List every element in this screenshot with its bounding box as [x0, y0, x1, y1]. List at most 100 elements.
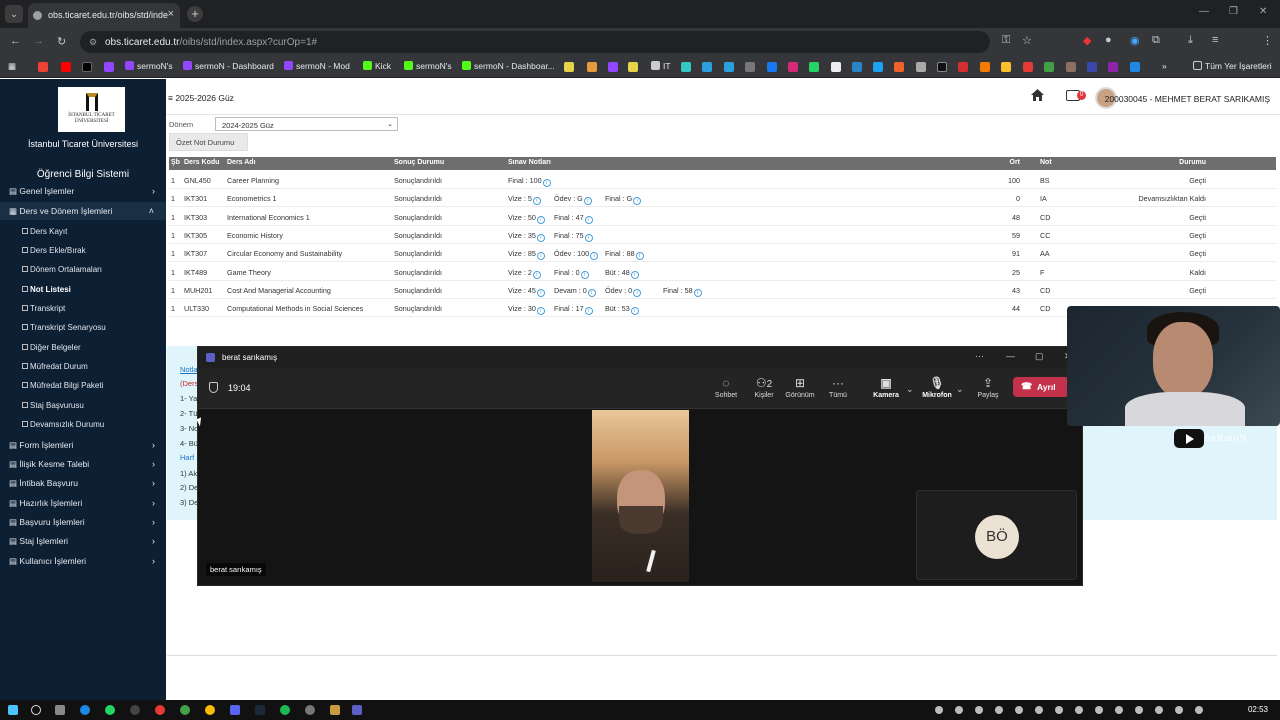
leave-call-button[interactable]: ☎ Ayrıl — [1013, 377, 1069, 397]
current-term[interactable]: ≡ 2025-2026 Güz — [168, 93, 234, 103]
bookmark-icon[interactable] — [628, 62, 638, 72]
menu-staj-islemleri[interactable]: ▤ Staj İşlemleri › — [9, 536, 159, 547]
bookmark-item[interactable]: sermoN - Mod — [284, 61, 350, 71]
exam-grade[interactable]: Ödev : 100 i — [554, 249, 599, 261]
exam-grade[interactable]: Büt : 53 i — [605, 304, 639, 316]
spotify-icon[interactable] — [280, 705, 290, 715]
opera-icon[interactable] — [155, 705, 165, 715]
info-icon[interactable]: i — [630, 307, 639, 316]
bookmark-icon[interactable] — [873, 62, 883, 72]
info-icon[interactable]: i — [532, 270, 541, 279]
submenu-mufredat-bilgi-paketi[interactable]: Müfredat Bilgi Paketi — [22, 381, 103, 390]
chrome-icon[interactable] — [205, 705, 215, 715]
exam-grade[interactable]: Final : 58 i — [663, 286, 702, 297]
info-icon[interactable]: i — [587, 288, 596, 297]
tray-icon[interactable] — [1175, 706, 1183, 714]
tray-icon[interactable] — [1115, 706, 1123, 714]
bookmark-icon[interactable] — [958, 62, 968, 72]
submenu-devamsizlik-durumu[interactable]: Devamsızlık Durumu — [22, 420, 104, 429]
whatsapp-icon[interactable] — [809, 62, 819, 72]
minimize-icon[interactable]: — — [1199, 6, 1209, 17]
bookmark-icon[interactable] — [564, 62, 574, 72]
share-button[interactable]: ⇪ Paylaş — [967, 376, 1009, 399]
tray-icon[interactable] — [955, 706, 963, 714]
menu-kullanici-islemleri[interactable]: ▤ Kullanıcı İşlemleri › — [9, 556, 159, 567]
chat-button[interactable]: ◌ Sohbet — [705, 376, 747, 399]
x-icon[interactable] — [82, 62, 92, 72]
bookmark-star-icon[interactable]: ☆ — [1022, 34, 1032, 47]
menu-ilisik-kesme[interactable]: ▤ İlişik Kesme Talebi › — [9, 459, 159, 470]
summary-tab-button[interactable]: Özet Not Durumu — [169, 133, 248, 151]
exam-grade[interactable]: Final : 47 i — [554, 213, 593, 224]
bookmark-icon[interactable] — [745, 62, 755, 72]
info-icon[interactable]: i — [536, 288, 545, 297]
more-button[interactable]: ··· Tümü — [817, 376, 859, 399]
exam-grade[interactable]: Final : 17 i — [554, 304, 593, 316]
user-name[interactable]: 200030045 - MEHMET BERAT SARIKAMIŞ — [1105, 94, 1270, 104]
bookmark-item[interactable]: sermoN - Dashboar... — [462, 61, 555, 71]
exam-grade[interactable]: Ödev : 0i — [605, 286, 642, 297]
app-icon[interactable] — [130, 705, 140, 715]
tray-icon[interactable] — [935, 706, 943, 714]
tray-icon[interactable] — [1055, 706, 1063, 714]
menu-basvuru-islemleri[interactable]: ▤ Başvuru İşlemleri › — [9, 517, 159, 528]
twitch-icon[interactable] — [104, 62, 114, 72]
info-icon[interactable]: i — [532, 197, 541, 206]
info-icon[interactable]: i — [584, 215, 593, 224]
term-select[interactable]: 2024-2025 Güz ⌄ — [215, 117, 398, 131]
bookmark-icon[interactable] — [1130, 62, 1140, 72]
steam-icon[interactable] — [255, 705, 265, 715]
app-icon[interactable] — [330, 705, 340, 715]
info-icon[interactable]: i — [584, 233, 593, 242]
bookmark-icon[interactable] — [724, 62, 734, 72]
submenu-not-listesi[interactable]: Not Listesi — [22, 285, 71, 294]
exam-grade[interactable]: Final : Gi — [605, 194, 642, 206]
exam-grade[interactable]: Vize : 45 i — [508, 286, 545, 297]
wifi-icon[interactable] — [1195, 706, 1203, 714]
info-icon[interactable]: i — [590, 252, 599, 261]
tray-icon[interactable] — [1015, 706, 1023, 714]
edge-icon[interactable] — [80, 705, 90, 715]
info-icon[interactable]: i — [633, 197, 642, 206]
submenu-mufredat-durum[interactable]: Müfredat Durum — [22, 362, 88, 371]
tray-icon[interactable] — [995, 706, 1003, 714]
extension-icon[interactable]: ● — [1105, 34, 1112, 46]
tray-icon[interactable] — [975, 706, 983, 714]
bookmark-icon[interactable] — [1108, 62, 1118, 72]
youtube-icon[interactable] — [61, 62, 71, 72]
microphone-button[interactable]: 🎙︎ Mikrofon — [916, 376, 958, 399]
apps-grid-icon[interactable]: ▦ — [8, 61, 16, 72]
info-icon[interactable]: i — [536, 252, 545, 261]
tab-close-icon[interactable]: × — [168, 8, 174, 20]
github-icon[interactable] — [831, 62, 841, 72]
tray-icon[interactable] — [1035, 706, 1043, 714]
bookmark-icon[interactable] — [681, 62, 691, 72]
back-icon[interactable]: ← — [10, 35, 21, 47]
extension-icon[interactable]: ◆ — [1083, 34, 1091, 47]
site-info-icon[interactable]: ⚙ — [89, 37, 97, 48]
menu-ders-ve-donem-islemleri[interactable]: ▦ Ders ve Dönem İşlemleri ˄ — [0, 202, 166, 220]
submenu-transkript[interactable]: Transkript — [22, 304, 65, 313]
info-icon[interactable]: i — [633, 288, 642, 297]
app-icon[interactable] — [305, 705, 315, 715]
download-icon[interactable]: ⤓ — [1188, 34, 1193, 47]
teams-icon[interactable] — [352, 705, 362, 715]
bookmark-icon[interactable] — [587, 62, 597, 72]
exam-grade[interactable]: Devam : 0i — [554, 286, 596, 297]
submenu-donem-ortalamalari[interactable]: Dönem Ortalamaları — [22, 265, 102, 274]
exam-grade[interactable]: Ödev : Gi — [554, 194, 592, 206]
more-options-icon[interactable]: ··· — [975, 351, 984, 361]
submenu-transkript-senaryosu[interactable]: Transkript Senaryosu — [22, 323, 106, 332]
bookmark-icon[interactable] — [894, 62, 904, 72]
info-icon[interactable]: i — [580, 270, 589, 279]
taskbar-clock[interactable]: 02:53 — [1248, 705, 1268, 714]
password-key-icon[interactable]: ⚿ — [1002, 34, 1010, 47]
tray-icon[interactable] — [1135, 706, 1143, 714]
browser-tab[interactable]: obs.ticaret.edu.tr/oibs/std/inde × — [28, 3, 180, 28]
exam-grade[interactable]: Büt : 48 i — [605, 268, 639, 279]
url-field[interactable]: ⚙ obs.ticaret.edu.tr/oibs/std/index.aspx… — [80, 31, 990, 53]
exam-grade[interactable]: Vize : 5i — [508, 194, 541, 206]
restore-icon[interactable]: ❐ — [1229, 6, 1238, 17]
maximize-icon[interactable]: ▢ — [1035, 351, 1044, 362]
bookmark-icon[interactable] — [1044, 62, 1054, 72]
